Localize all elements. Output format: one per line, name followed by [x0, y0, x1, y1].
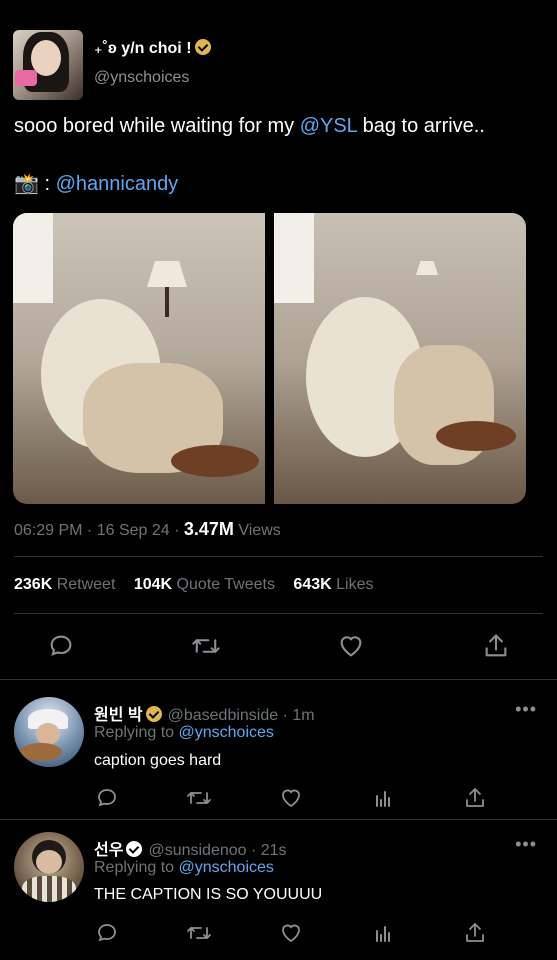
tweet-timestamp: 06:29 PM · 16 Sep 24 · 3.47M Views [14, 519, 281, 539]
more-options-icon[interactable]: ••• [515, 699, 537, 720]
reply-icon[interactable] [92, 918, 122, 948]
reply-icon[interactable] [46, 631, 76, 661]
replying-to-link[interactable]: @ynschoices [179, 724, 274, 741]
heart-icon[interactable] [336, 631, 366, 661]
replying-to-link[interactable]: @ynschoices [179, 859, 274, 876]
mention-link-hannicandy[interactable]: @hannicandy [56, 173, 179, 195]
reply-display-name[interactable]: 선우 @sunsidenoo · 21s [94, 836, 287, 860]
reply-text: THE CAPTION IS SO YOUUUU [94, 886, 323, 903]
share-icon[interactable] [481, 631, 511, 661]
author-avatar[interactable] [13, 30, 83, 100]
engagement-stats: 236K Retweet 104K Quote Tweets 643K Like… [14, 576, 387, 594]
reply-display-name[interactable]: 원빈 박 @basedbinside · 1m [94, 701, 315, 725]
likes-stat[interactable]: 643K Likes [293, 576, 373, 593]
heart-icon[interactable] [276, 918, 306, 948]
tweet-photo-1[interactable] [13, 213, 265, 504]
divider [0, 679, 557, 680]
quotes-stat[interactable]: 104K Quote Tweets [134, 576, 275, 593]
heart-icon[interactable] [276, 783, 306, 813]
reply-avatar[interactable] [14, 697, 84, 767]
photo-credit: 📸 : @hannicandy [14, 173, 179, 195]
author-handle[interactable]: @ynschoices [94, 69, 189, 87]
retweets-stat[interactable]: 236K Retweet [14, 576, 115, 593]
verified-badge-icon [194, 39, 211, 55]
share-icon[interactable] [460, 783, 490, 813]
tweet-actions [0, 628, 557, 664]
verified-badge-icon [126, 841, 143, 857]
retweet-icon[interactable] [191, 631, 221, 661]
reply-text: caption goes hard [94, 752, 222, 769]
camera-icon: 📸 [14, 173, 39, 195]
analytics-icon[interactable] [368, 918, 398, 948]
reply-icon[interactable] [92, 783, 122, 813]
retweet-icon[interactable] [184, 918, 214, 948]
media-grid [13, 213, 527, 504]
verified-badge-icon [145, 706, 162, 722]
divider [14, 556, 543, 557]
replying-to: Replying to @ynschoices [94, 859, 274, 876]
retweet-icon[interactable] [184, 783, 214, 813]
tweet-text: sooo bored while waiting for my @YSL bag… [14, 115, 485, 137]
share-icon[interactable] [460, 918, 490, 948]
replying-to: Replying to @ynschoices [94, 724, 274, 741]
divider [0, 819, 557, 820]
analytics-icon[interactable] [368, 783, 398, 813]
divider [14, 613, 543, 614]
reply-avatar[interactable] [14, 832, 84, 902]
tweet-photo-2[interactable] [274, 213, 526, 504]
mention-link-ysl[interactable]: @YSL [300, 115, 357, 137]
author-display-name[interactable]: ₊˚ʚ y/n choi ! [94, 38, 211, 58]
more-options-icon[interactable]: ••• [515, 834, 537, 855]
views-count: 3.47M [183, 519, 234, 539]
